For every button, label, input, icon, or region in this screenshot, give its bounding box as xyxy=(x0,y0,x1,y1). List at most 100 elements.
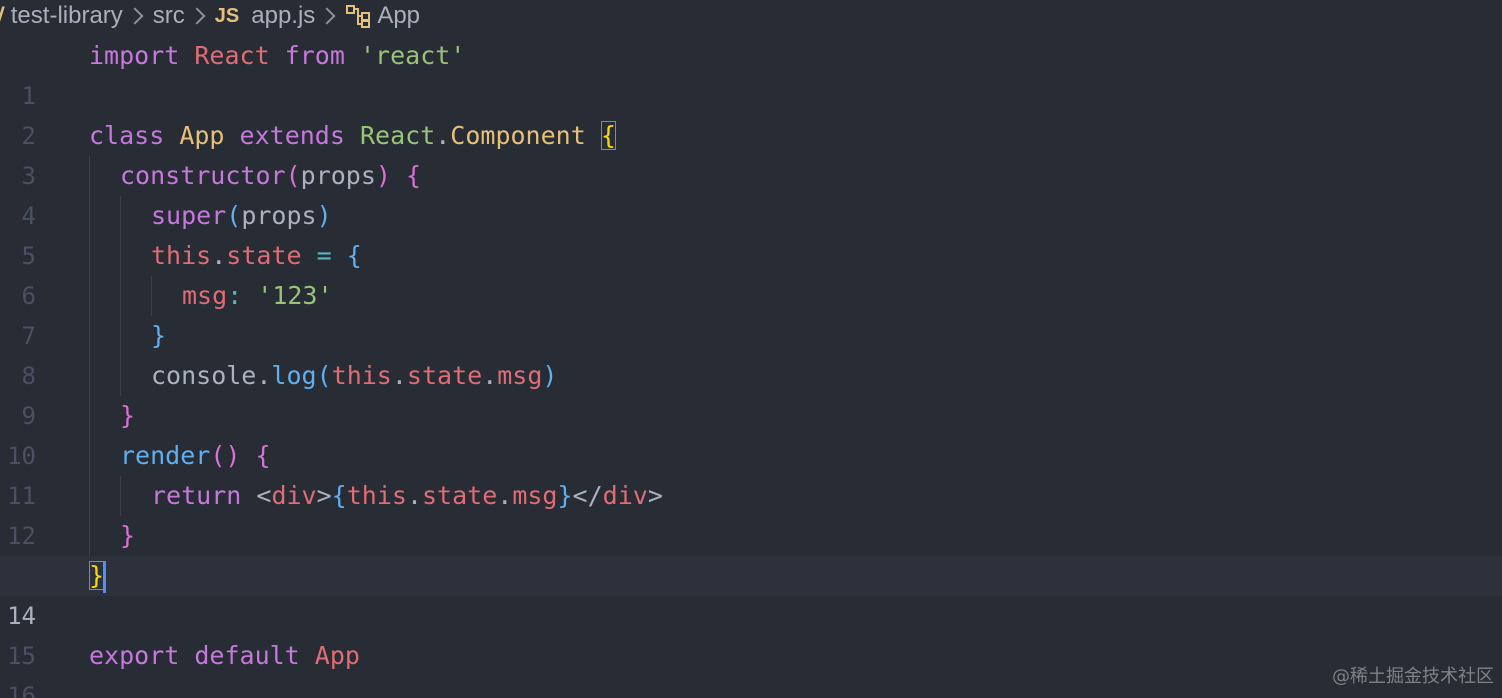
indent-guide xyxy=(89,156,90,196)
indent-guide xyxy=(120,356,121,396)
code-line[interactable]: 15 xyxy=(0,596,1502,670)
token: props xyxy=(300,161,376,190)
token: this xyxy=(346,481,407,510)
token: . xyxy=(256,361,272,390)
token: msg xyxy=(512,481,558,510)
token: } xyxy=(120,521,136,550)
code-line[interactable]: 10 } xyxy=(0,396,1502,470)
code-text: class App extends React.Component { xyxy=(89,116,616,156)
code-editor[interactable]: 1 import React from 'react' 2 3 class Ap… xyxy=(0,36,1502,698)
token: ) xyxy=(375,161,391,190)
indent-guide xyxy=(89,356,90,396)
token: msg xyxy=(497,361,543,390)
code-line[interactable]: 13 } xyxy=(0,516,1502,590)
line-number: 16 xyxy=(7,682,36,698)
watermark: @稀土掘金技术社区 xyxy=(1332,666,1494,687)
code-line[interactable]: 6 this.state = { xyxy=(0,236,1502,310)
token: constructor xyxy=(120,161,286,190)
indent-guide xyxy=(89,396,90,436)
code-line[interactable]: 16 export default App xyxy=(0,636,1502,698)
token: log xyxy=(271,361,317,390)
token: > xyxy=(647,481,663,510)
indent-guide xyxy=(89,196,90,236)
token: { xyxy=(255,441,271,470)
token: } xyxy=(151,321,167,350)
indent-guide xyxy=(89,316,90,356)
token: = xyxy=(316,241,332,270)
token: } xyxy=(120,401,136,430)
indent-guide xyxy=(89,516,90,556)
token: () xyxy=(210,441,241,470)
token: ( xyxy=(226,201,242,230)
token: ) xyxy=(316,201,332,230)
indent-guide xyxy=(120,276,121,316)
indent-guide xyxy=(89,236,90,276)
code-line[interactable]: 12 return <div>{this.state.msg}</div> xyxy=(0,476,1502,550)
token: . xyxy=(435,121,451,150)
breadcrumb: / test-library src JS app.js App xyxy=(0,0,1502,32)
code-line[interactable]: 11 render() { xyxy=(0,436,1502,510)
code-line[interactable]: 4 constructor(props) { xyxy=(0,156,1502,230)
code-text: console.log(this.state.msg) xyxy=(151,356,557,396)
code-text: } xyxy=(120,396,135,436)
breadcrumb-item-src[interactable]: src xyxy=(153,2,185,30)
token: Component xyxy=(450,121,586,150)
token: ) xyxy=(542,361,558,390)
token: </ xyxy=(572,481,603,510)
code-text: import React from 'react' xyxy=(89,36,465,76)
token: . xyxy=(406,481,422,510)
token: . xyxy=(482,361,498,390)
breadcrumb-item-test-library[interactable]: / test-library xyxy=(0,2,123,30)
breadcrumb-item-app-js[interactable]: JS app.js xyxy=(215,2,316,30)
breadcrumb-label: app.js xyxy=(251,2,316,29)
token: React xyxy=(194,41,270,70)
javascript-file-icon: JS xyxy=(214,4,240,27)
code-text: return <div>{this.state.msg}</div> xyxy=(151,476,663,516)
token: { xyxy=(346,241,362,270)
indent-guide xyxy=(89,436,90,476)
code-text: } xyxy=(89,556,107,596)
code-line[interactable]: 3 class App extends React.Component { xyxy=(0,116,1502,190)
code-line[interactable]: 8 } xyxy=(0,316,1502,390)
token: . xyxy=(391,361,407,390)
token: div xyxy=(271,481,317,510)
token: : xyxy=(227,281,243,310)
token: { xyxy=(331,481,347,510)
indent-guide xyxy=(89,276,90,316)
indent-guide xyxy=(120,196,121,236)
indent-guide xyxy=(151,276,152,316)
breadcrumb-label: src xyxy=(152,2,185,29)
token: < xyxy=(256,481,272,510)
code-line[interactable]: 5 super(props) xyxy=(0,196,1502,270)
token: class xyxy=(89,121,165,150)
class-symbol-icon xyxy=(345,4,373,28)
token: super xyxy=(151,201,227,230)
token: App xyxy=(314,641,360,670)
token: default xyxy=(194,641,300,670)
token: } xyxy=(557,481,573,510)
token: console xyxy=(151,361,257,390)
token: msg xyxy=(182,281,228,310)
token: { xyxy=(406,161,422,190)
token: . xyxy=(211,241,227,270)
token: this xyxy=(151,241,212,270)
token: App xyxy=(179,121,225,150)
breadcrumb-item-app-symbol[interactable]: App xyxy=(345,2,420,30)
code-line[interactable]: 2 xyxy=(0,76,1502,150)
token: from xyxy=(284,41,345,70)
token: ( xyxy=(316,361,332,390)
chevron-right-icon xyxy=(318,7,336,25)
code-text: } xyxy=(120,516,135,556)
code-line[interactable]: 9 console.log(this.state.msg) xyxy=(0,356,1502,430)
code-line[interactable]: 1 import React from 'react' xyxy=(0,36,1502,110)
indent-guide xyxy=(89,476,90,516)
code-text: this.state = { xyxy=(151,236,362,276)
indent-guide xyxy=(120,236,121,276)
code-line[interactable]: 7 msg: '123' xyxy=(0,276,1502,350)
code-line-current[interactable]: 14 } xyxy=(0,556,1502,630)
indent-guide xyxy=(120,476,121,516)
code-text: constructor(props) { xyxy=(120,156,421,196)
indent-guide xyxy=(120,316,121,356)
chevron-right-icon xyxy=(188,7,206,25)
token: state xyxy=(422,481,498,510)
